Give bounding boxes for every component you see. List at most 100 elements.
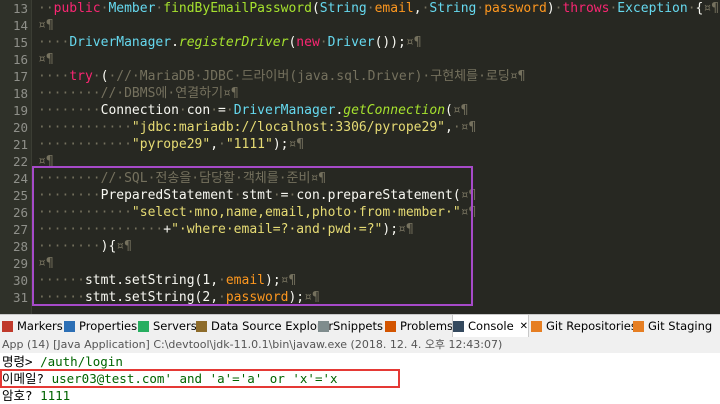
line-number: 13 bbox=[12, 1, 28, 16]
code-line[interactable]: 31 ······stmt.setString(2,·password);¤¶ bbox=[0, 289, 720, 306]
line-number: 22 bbox=[12, 154, 28, 169]
code-editor[interactable]: 13 ··public·Member·findByEmailPassword(St… bbox=[0, 0, 720, 314]
tab-properties[interactable]: Properties bbox=[64, 315, 137, 338]
line-number: 27 bbox=[12, 222, 28, 237]
line-number: 16 bbox=[12, 52, 28, 67]
code-line[interactable]: 18 ········//·DBMS에·연결하기¤¶ bbox=[0, 85, 720, 102]
code-token: ········ bbox=[38, 188, 101, 203]
code-token: . bbox=[171, 35, 179, 50]
tab-label: Snippets bbox=[333, 319, 383, 333]
code-token: stmt.setString(1, bbox=[84, 273, 219, 288]
code-text: ¤¶ bbox=[38, 255, 54, 272]
code-token: · bbox=[92, 69, 101, 84]
code-token: "jdbc:mariadb://localhost:3306/pyrope29" bbox=[131, 120, 445, 135]
code-token: ···· bbox=[38, 35, 70, 50]
tab-label: Problems bbox=[400, 319, 454, 333]
code-token: Exception bbox=[617, 1, 688, 16]
code-line[interactable]: 29 ¤¶ bbox=[0, 255, 720, 272]
code-line[interactable]: 26 ············"select·mno,name,email,pho… bbox=[0, 204, 720, 221]
code-line[interactable]: 24 ········//·SQL·전송을·담당할·객체를·준비¤¶ bbox=[0, 170, 720, 187]
tab-data-source-explorer[interactable]: Data Source Explorer bbox=[196, 315, 333, 338]
code-line[interactable]: 16 ¤¶ bbox=[0, 51, 720, 68]
tab-label: Git Repositories bbox=[546, 319, 637, 333]
tab-console[interactable]: Console ✕ bbox=[452, 315, 530, 338]
code-token: ); bbox=[272, 137, 289, 152]
code-text: ······stmt.setString(2,·password);¤¶ bbox=[38, 289, 320, 306]
line-number: 30 bbox=[12, 273, 28, 288]
code-line[interactable]: 14 ¤¶ bbox=[0, 17, 720, 34]
code-line[interactable]: 13 ··public·Member·findByEmailPassword(St… bbox=[0, 0, 720, 17]
code-token: try bbox=[69, 69, 93, 84]
code-token: "1111" bbox=[225, 137, 273, 152]
tab-problems[interactable]: Problems bbox=[385, 315, 453, 338]
line-number: 14 bbox=[12, 18, 28, 33]
code-line[interactable]: 25 ········PreparedStatement·stmt·=·con.p… bbox=[0, 187, 720, 204]
code-token: ········ bbox=[38, 103, 101, 118]
code-token: ············ bbox=[38, 137, 132, 152]
code-token: · bbox=[272, 188, 281, 203]
code-token: · bbox=[210, 103, 219, 118]
code-token: Driver bbox=[327, 35, 375, 50]
tab-label: Markers bbox=[17, 319, 63, 333]
tab-servers[interactable]: Servers bbox=[138, 315, 197, 338]
code-line[interactable]: 21 ············"pyrope29",·"1111");¤¶ bbox=[0, 136, 720, 153]
code-token: · bbox=[233, 188, 242, 203]
code-token: stmt.setString(2, bbox=[84, 290, 219, 305]
code-token: email bbox=[374, 1, 414, 16]
code-line[interactable]: 17 ····try·(·//·MariaDB·JDBC·드라이버(java.sq… bbox=[0, 68, 720, 85]
line-number: 28 bbox=[12, 239, 28, 254]
line-number: 20 bbox=[12, 120, 28, 135]
code-token: + bbox=[163, 222, 172, 237]
code-token: ······ bbox=[38, 290, 85, 305]
markers-icon bbox=[2, 321, 13, 332]
code-token: · bbox=[218, 137, 226, 152]
code-token: public bbox=[53, 1, 101, 16]
code-token: //·MariaDB·JDBC·드라이버(java.sql.Driver)·구현… bbox=[116, 69, 510, 84]
line-number: 29 bbox=[12, 256, 28, 271]
code-token: · bbox=[218, 273, 226, 288]
code-text: ····try·(·//·MariaDB·JDBC·드라이버(java.sql.… bbox=[38, 68, 525, 85]
code-line[interactable]: 22 ¤¶ bbox=[0, 153, 720, 170]
line-number: 18 bbox=[12, 86, 28, 101]
close-icon[interactable]: ✕ bbox=[520, 315, 528, 338]
tab-snippets[interactable]: Snippets bbox=[318, 315, 383, 338]
tab-git-repositories[interactable]: Git Repositories bbox=[531, 315, 637, 338]
servers-icon bbox=[138, 321, 149, 332]
code-token: ¤¶ bbox=[398, 222, 414, 237]
code-token: ·· bbox=[38, 1, 54, 16]
code-token: ¤¶ bbox=[38, 154, 54, 169]
code-token: "select·mno,name,email,photo·from·member… bbox=[131, 205, 461, 220]
line-number: 17 bbox=[12, 69, 28, 84]
code-token: String bbox=[319, 1, 367, 16]
console-line-email: 이메일? user03@test.com' and 'a'='a' or 'x'… bbox=[2, 370, 338, 387]
code-token: findByEmailPassword bbox=[163, 1, 312, 16]
code-token: Member bbox=[108, 1, 156, 16]
code-line[interactable]: 20 ············"jdbc:mariadb://localhost:… bbox=[0, 119, 720, 136]
code-line[interactable]: 30 ······stmt.setString(1,·email);¤¶ bbox=[0, 272, 720, 289]
console-output[interactable]: 명령> /auth/login 이메일? user03@test.com' an… bbox=[0, 353, 720, 403]
line-number: 24 bbox=[12, 171, 28, 186]
data-source-icon bbox=[196, 321, 207, 332]
code-token: ¤¶ bbox=[405, 35, 422, 50]
code-token: email bbox=[225, 273, 265, 288]
tab-markers[interactable]: Markers bbox=[2, 315, 63, 338]
code-token: ( bbox=[445, 103, 453, 118]
tab-git-staging[interactable]: Git Staging bbox=[633, 315, 712, 338]
code-line[interactable]: 28 ········){¤¶ bbox=[0, 238, 720, 255]
code-token: DriverManager bbox=[233, 103, 336, 118]
code-text: ········){¤¶ bbox=[38, 238, 132, 255]
code-token: ); bbox=[288, 290, 305, 305]
code-text: ········//·DBMS에·연결하기¤¶ bbox=[38, 85, 239, 102]
console-prompt: 명령> bbox=[2, 354, 41, 369]
code-line[interactable]: 19 ········Connection·con·=·DriverManager… bbox=[0, 102, 720, 119]
code-token: , bbox=[413, 1, 422, 16]
code-line[interactable]: 27 ················+"·where·email=?·and·p… bbox=[0, 221, 720, 238]
code-line[interactable]: 15 ····DriverManager.registerDriver(new·D… bbox=[0, 34, 720, 51]
code-token: ) bbox=[546, 1, 555, 16]
code-text: ············"pyrope29",·"1111");¤¶ bbox=[38, 136, 304, 153]
code-token: //·SQL·전송을·담당할·객체를·준비 bbox=[100, 171, 311, 186]
code-token: ¤¶ bbox=[116, 239, 132, 254]
code-token: · bbox=[687, 1, 696, 16]
tab-label: Servers bbox=[153, 319, 197, 333]
code-token: ······ bbox=[38, 273, 85, 288]
